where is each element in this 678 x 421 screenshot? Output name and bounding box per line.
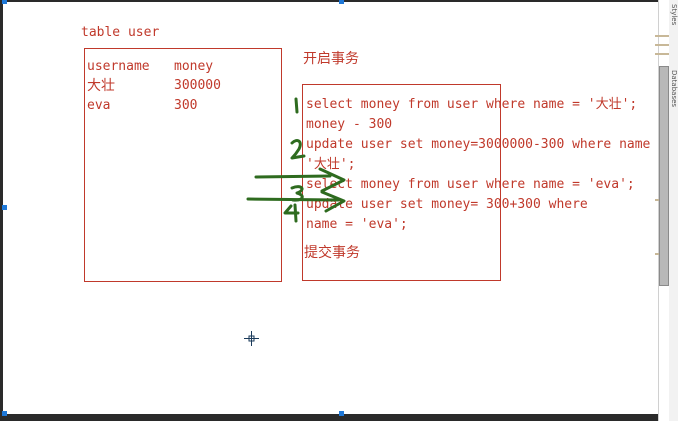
- drawing-canvas[interactable]: table user username money 大壮 300000 eva …: [0, 0, 678, 421]
- tab-styles[interactable]: Styles: [669, 4, 678, 44]
- arrow-1: [318, 167, 346, 193]
- vertical-scrollbar[interactable]: [659, 66, 669, 286]
- arrow-2: [320, 190, 346, 213]
- tab-databases[interactable]: Databases: [669, 70, 678, 130]
- side-panel-tabs: [669, 0, 678, 421]
- step-2-mark: [290, 139, 306, 160]
- crosshair-cursor-icon: [244, 331, 259, 346]
- pen-annotations: [246, 97, 346, 223]
- step-3-mark: [254, 174, 332, 202]
- panel-ruler-tick: [655, 35, 669, 37]
- step-4-mark: [246, 197, 340, 223]
- panel-ruler-tick: [655, 44, 669, 46]
- step-1-mark: [294, 97, 299, 114]
- panel-ruler-tick: [655, 53, 669, 55]
